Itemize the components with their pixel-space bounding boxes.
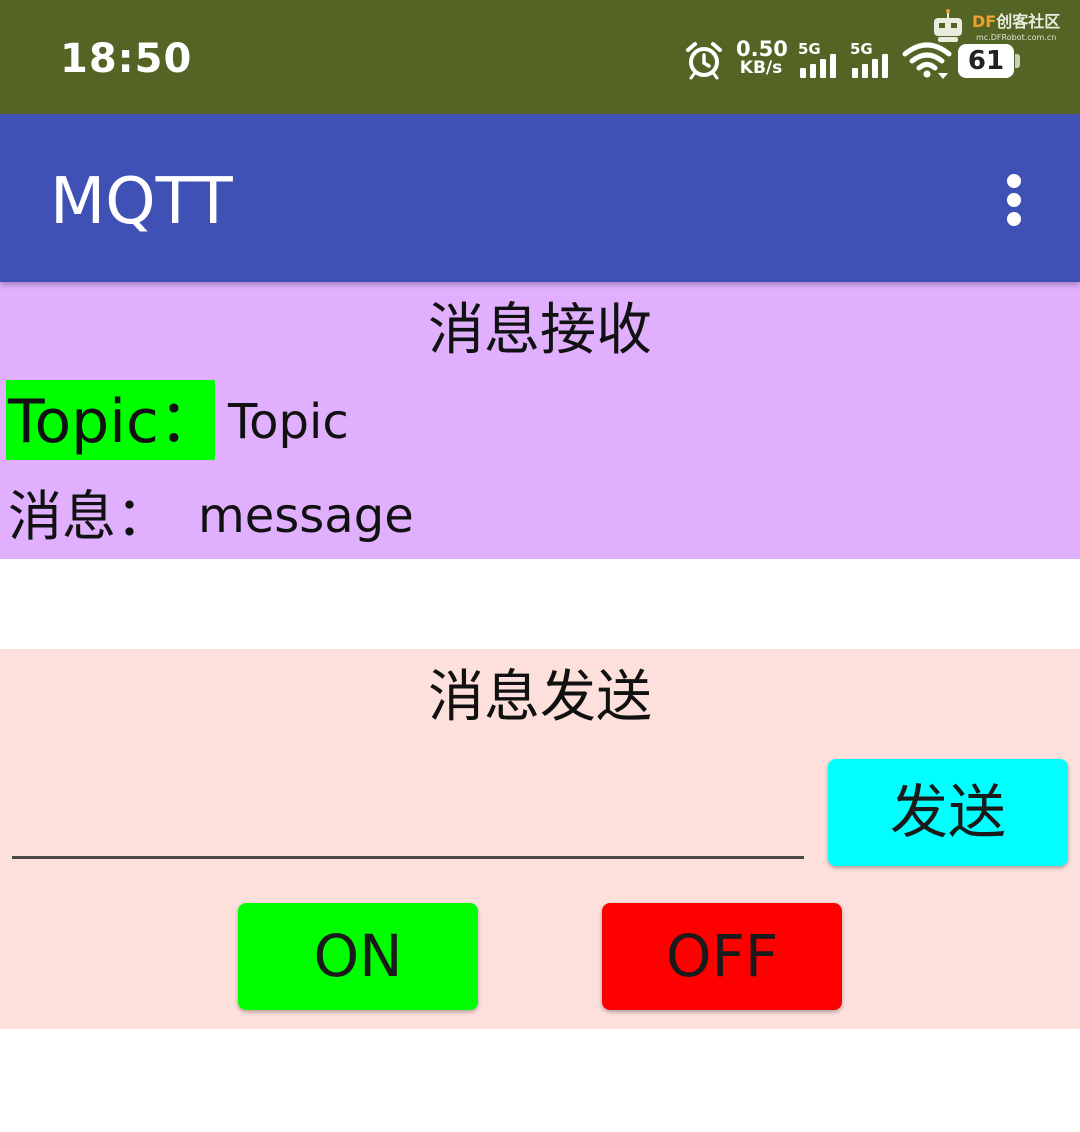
signal-icon: 5G (850, 40, 894, 80)
status-time: 18:50 (60, 36, 193, 82)
network-speed-unit: KB/s (739, 58, 783, 78)
app-title: MQTT (50, 165, 233, 239)
watermark: DF创客社区 mc.DFRobot.com.cn (924, 6, 1076, 46)
topic-label: Topic： (6, 380, 219, 460)
network-speed-value: 0.50 (736, 37, 788, 61)
send-panel: 消息发送 发送 ON OFF (0, 649, 1080, 1029)
receive-panel: 消息接收 Topic： Topic 消息： message (0, 282, 1080, 559)
battery-level: 61 (967, 46, 1005, 76)
network-speed: 0.50 KB/s (736, 37, 788, 78)
receive-heading: 消息接收 (428, 298, 652, 363)
watermark-url: mc.DFRobot.com.cn (976, 33, 1057, 42)
message-input[interactable] (12, 779, 804, 859)
topic-value: Topic (228, 394, 349, 450)
app-bar: MQTT (0, 114, 1080, 282)
signal-icon: 5G (798, 40, 842, 80)
send-button[interactable]: 发送 (828, 759, 1068, 866)
alarm-icon (686, 42, 722, 80)
message-value: message (198, 488, 414, 544)
watermark-brand: DF创客社区 (972, 12, 1061, 31)
robot-logo-icon (934, 9, 962, 42)
message-label: 消息： (8, 485, 170, 548)
send-heading: 消息发送 (428, 665, 652, 730)
battery-icon: 61 (958, 44, 1020, 78)
more-vert-icon[interactable] (996, 170, 1032, 230)
on-button[interactable]: ON (238, 903, 478, 1010)
off-button[interactable]: OFF (602, 903, 842, 1010)
status-bar: 18:50 0.50 KB/s 5G 5G 61 DF创客社区 mc.DFRob… (0, 0, 1080, 114)
wifi-icon (902, 42, 952, 79)
